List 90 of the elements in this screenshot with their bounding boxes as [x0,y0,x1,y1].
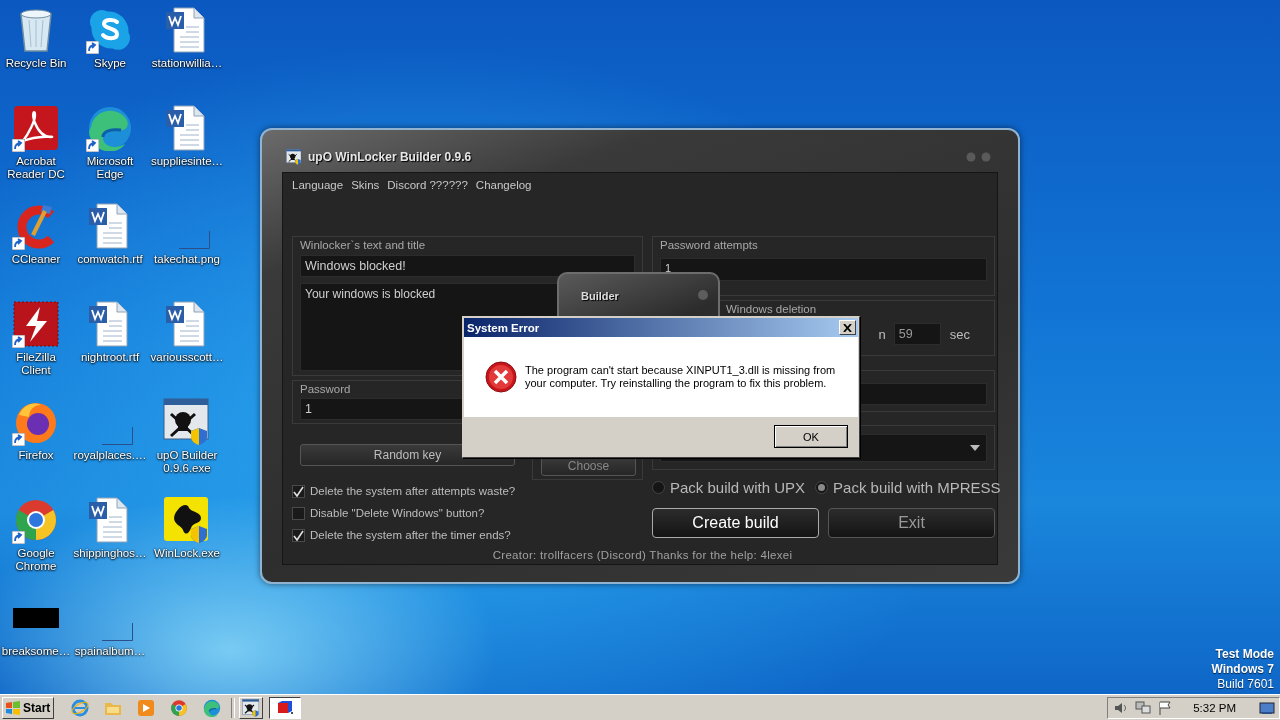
os-notice-text: Windows 7 [1211,662,1274,677]
app-icon [163,496,211,544]
browser-icon[interactable] [170,698,188,717]
app-icon [13,301,59,347]
close-button[interactable] [839,320,856,335]
desktop-icon-label[interactable]: Acrobat Reader DC [0,155,72,181]
shortcut-arrow-icon [12,139,25,152]
desktop-icon-label[interactable]: CCleaner [11,253,61,266]
dropdown-arrow-icon [970,445,980,451]
start-button[interactable]: Start [2,696,54,719]
menu-item[interactable]: Discord ?????? [387,179,474,191]
clock[interactable]: 5:32 PM [1193,701,1236,714]
menu-item[interactable]: Changelog [475,179,538,191]
desktop-icon-label[interactable]: stationwillia… [151,57,223,70]
group-label: Password [300,382,351,397]
menu-item[interactable]: Skins [351,179,386,191]
radio-label: Pack build with UPX [670,478,806,496]
desktop-icon-label[interactable]: upO Builder 0.9.6.exe [149,449,225,475]
flag-icon[interactable] [1158,700,1173,715]
check-icon [293,529,304,541]
radio-label: Pack build with MPRESS [833,478,1001,496]
create-build-button[interactable]: Create build [652,508,819,538]
shortcut-arrow-icon [86,41,99,54]
group-label: Winlocker`s text and title [300,238,426,253]
checkbox-label: Disable "Delete Windows" button? [310,507,485,519]
thumbnail-icon [13,608,59,628]
checkbox[interactable] [292,528,305,542]
os-notice-text: Test Mode [1215,647,1274,662]
dialog-title: System Error [467,321,540,334]
browser-icon[interactable] [203,698,221,717]
shortcut-arrow-icon [12,433,25,446]
desktop-icon-label[interactable]: breaksome… [1,645,71,658]
shortcut-arrow-icon [12,237,25,250]
error-icon [485,361,517,393]
window-title: upO WinLocker Builder 0.9.6 [308,150,472,164]
desktop-icon-label[interactable]: shippinghos… [73,547,147,560]
shortcut-arrow-icon [12,335,25,348]
app-icon [13,105,59,151]
desktop-icon-label[interactable]: Microsoft Edge [72,155,148,181]
ok-button[interactable]: OK [774,425,848,448]
skull-icon [163,398,211,446]
unit-label: sec [949,326,970,342]
shortcut-arrow-icon [12,531,25,544]
menu-item[interactable]: Language [292,179,350,191]
app-icon [88,8,132,52]
flag-icon [5,700,21,715]
shortcut-arrow-icon [86,139,99,152]
radio-button[interactable] [815,480,829,494]
desktop-icon-label[interactable]: suppliesinte… [150,155,224,168]
speaker-icon[interactable] [1114,700,1129,715]
desktop-icon-label[interactable]: comwatch.rtf [77,253,143,266]
app-icon [87,105,133,151]
group-label: Windows deletion [726,302,817,317]
window-buttons-icon[interactable] [966,152,992,162]
os-notice-text: Build 7601 [1217,677,1274,692]
desktop-icon-label[interactable]: Google Chrome [0,547,72,573]
credits-text: Creator: trollfacers (Discord) Thanks for the help: 4lexei [492,548,793,563]
window-title: Builder [581,290,619,302]
media-player-icon[interactable] [137,698,155,717]
desktop-icon-label[interactable]: FileZilla Client [0,351,72,377]
close-icon [843,323,852,332]
desktop-icon-label[interactable]: variousscott… [150,351,224,364]
show-desktop-icon[interactable] [1259,700,1275,715]
desktop-icon-label[interactable]: royalplaces.… [73,449,147,462]
checkbox-label: Delete the system after attempts waste? [310,485,516,497]
app-icon [13,497,59,543]
checkbox[interactable] [292,506,305,520]
text-field[interactable]: 59 [893,323,941,345]
text-field[interactable]: Windows blocked! [300,255,635,277]
app-icon [276,700,294,715]
skull-icon [242,698,260,717]
exit-button[interactable]: Exit [828,508,995,538]
radio-dot-icon [818,483,826,491]
field-label: n [878,326,886,342]
desktop-icon-label[interactable]: nightroot.rtf [80,351,140,364]
desktop-icon-label[interactable]: Recycle Bin [5,57,67,70]
checkbox[interactable] [292,484,305,498]
radio-button[interactable] [652,480,665,494]
text-field[interactable]: 1 [660,258,987,281]
window-button-icon[interactable] [698,290,708,300]
checkbox-label: Delete the system after the timer ends? [310,529,511,541]
group-label: Password attempts [660,238,758,253]
network-icon[interactable] [1135,700,1152,715]
desktop-icon-label[interactable]: Firefox [18,449,54,462]
browser-icon[interactable] [71,698,89,717]
desktop-icon-label[interactable]: takechat.png [154,253,220,266]
skull-icon [286,149,302,165]
check-icon [293,485,304,497]
desktop-icon-label[interactable]: Skype [94,57,126,70]
taskbar-button[interactable] [269,696,301,719]
